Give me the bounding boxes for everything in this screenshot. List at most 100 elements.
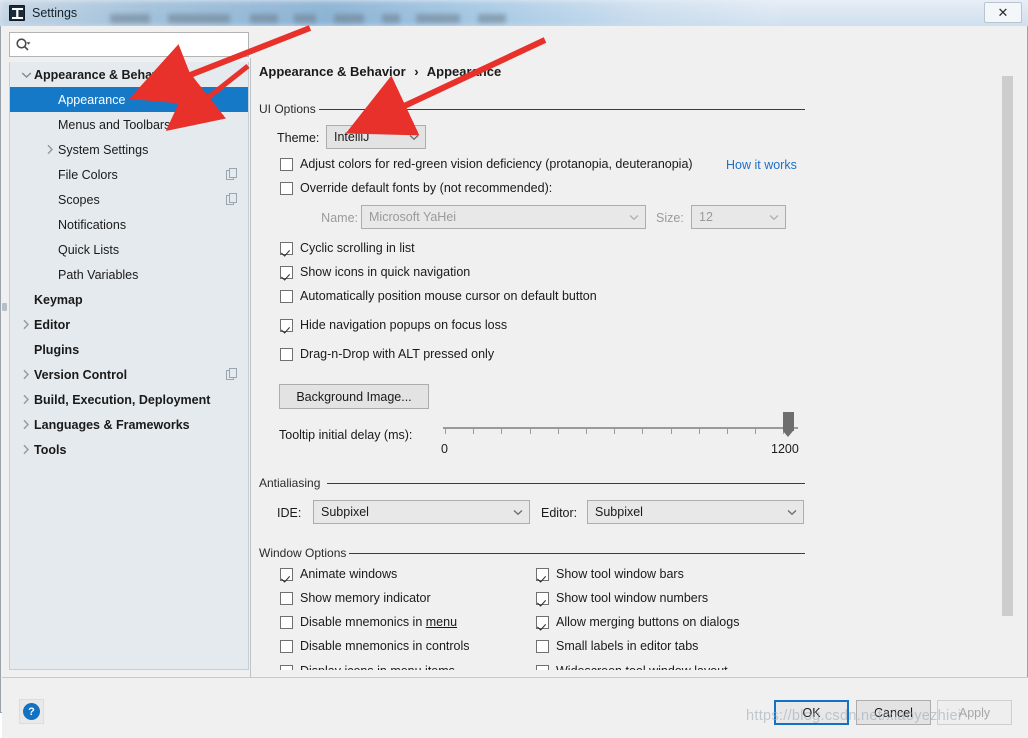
search-icon — [15, 37, 31, 56]
chevron-down-icon — [623, 214, 645, 221]
font-size-select: 12 — [691, 205, 786, 229]
checkbox-show-tool-window-bars[interactable]: Show tool window bars — [536, 567, 684, 581]
chevron-right-icon[interactable] — [18, 369, 34, 380]
checkbox-box[interactable] — [536, 591, 549, 605]
slider-tick — [755, 429, 757, 434]
checkbox-disable-mnemonics-in-controls[interactable]: Disable mnemonics in controls — [280, 639, 470, 653]
sidebar-item-editor[interactable]: Editor — [10, 312, 248, 337]
chevron-down-icon — [403, 134, 425, 141]
checkbox-label: Display icons in menu items — [300, 664, 455, 670]
sidebar-item-quick-lists[interactable]: Quick Lists — [10, 237, 248, 262]
checkbox-box[interactable] — [280, 615, 293, 629]
checkbox-box[interactable] — [280, 639, 293, 653]
slider-tick — [473, 429, 475, 434]
settings-tree[interactable]: Appearance & Behavior Appearance Menus and… — [9, 62, 249, 670]
checkbox-box[interactable] — [280, 265, 293, 279]
checkbox-box[interactable] — [280, 318, 293, 332]
antialiasing-ide-select[interactable]: Subpixel — [313, 500, 530, 524]
sidebar-item-keymap[interactable]: Keymap — [10, 287, 248, 312]
checkbox-box[interactable] — [536, 664, 549, 670]
checkbox-box[interactable] — [280, 289, 293, 303]
checkbox-box[interactable] — [280, 567, 293, 581]
checkbox-disable-mnemonics-in-menu[interactable]: Disable mnemonics in menu — [280, 615, 457, 629]
close-icon[interactable]: ✕ — [984, 2, 1022, 23]
checkbox-box[interactable] — [280, 664, 293, 670]
breadcrumb-root[interactable]: Appearance & Behavior — [259, 64, 406, 79]
copy-settings-icon[interactable] — [226, 193, 238, 208]
checkbox-box[interactable] — [536, 615, 549, 629]
window-options-group-label: Window Options — [259, 546, 353, 560]
help-button[interactable]: ? — [19, 699, 44, 724]
antialiasing-editor-select[interactable]: Subpixel — [587, 500, 804, 524]
checkbox-adjust-colors[interactable]: Adjust colors for red-green vision defic… — [280, 157, 693, 171]
chevron-right-icon[interactable] — [42, 144, 58, 155]
checkbox-label: Disable mnemonics in controls — [300, 639, 470, 653]
checkbox-display-icons-in-menu-items[interactable]: Display icons in menu items — [280, 664, 455, 670]
checkbox-small-labels-in-editor-tabs[interactable]: Small labels in editor tabs — [536, 639, 698, 653]
search-input[interactable] — [37, 33, 247, 56]
sidebar-item-version-control[interactable]: Version Control — [10, 362, 248, 387]
checkbox-box[interactable] — [536, 567, 549, 581]
tooltip-delay-slider-thumb[interactable] — [783, 412, 794, 437]
sidebar-item-menus-and-toolbars[interactable]: Menus and Toolbars — [10, 112, 248, 137]
sidebar-item-system-settings[interactable]: System Settings — [10, 137, 248, 162]
theme-label: Theme: — [277, 131, 320, 145]
sidebar-item-label: Plugins — [34, 342, 80, 357]
copy-settings-icon[interactable] — [226, 368, 238, 383]
checkbox-cyclic-scrolling-in-list[interactable]: Cyclic scrolling in list — [280, 241, 415, 255]
checkbox-box[interactable] — [280, 591, 293, 605]
checkbox-show-memory-indicator[interactable]: Show memory indicator — [280, 591, 431, 605]
checkbox-animate-windows[interactable]: Animate windows — [280, 567, 397, 581]
checkbox-drag-n-drop-with-alt-pressed-only[interactable]: Drag-n-Drop with ALT pressed only — [280, 347, 494, 361]
sidebar-item-scopes[interactable]: Scopes — [10, 187, 248, 212]
chevron-right-icon[interactable] — [18, 319, 34, 330]
tooltip-delay-slider-track[interactable] — [443, 427, 798, 429]
font-size-label: Size: — [656, 211, 684, 225]
copy-settings-icon[interactable] — [226, 168, 238, 183]
sidebar-item-build-execution-deployment[interactable]: Build, Execution, Deployment — [10, 387, 248, 412]
slider-tick — [727, 429, 728, 434]
theme-select[interactable]: IntelliJ — [326, 125, 426, 149]
checkbox-box[interactable] — [280, 181, 293, 195]
font-size-value: 12 — [699, 210, 713, 224]
how-it-works-link[interactable]: How it works — [726, 158, 797, 172]
sidebar-item-appearance[interactable]: Appearance — [10, 87, 248, 112]
antialiasing-editor-label: Editor: — [541, 506, 578, 520]
checkbox-allow-merging-buttons-on-dialogs[interactable]: Allow merging buttons on dialogs — [536, 615, 739, 629]
checkbox-box[interactable] — [280, 157, 293, 171]
checkbox-widescreen-tool-window-layout[interactable]: Widescreen tool window layout — [536, 664, 728, 670]
sidebar-item-file-colors[interactable]: File Colors — [10, 162, 248, 187]
chevron-right-icon[interactable] — [18, 394, 34, 405]
checkbox-box[interactable] — [536, 639, 549, 653]
sidebar-item-label: Path Variables — [58, 267, 139, 282]
settings-sidebar: Appearance & Behavior Appearance Menus and… — [9, 32, 249, 670]
pane-splitter-handle[interactable] — [2, 303, 7, 311]
checkbox-box[interactable] — [280, 347, 293, 361]
sidebar-item-plugins[interactable]: Plugins — [10, 337, 248, 362]
ui-options-group-label: UI Options — [259, 102, 322, 116]
checkbox-hide-navigation-popups-on-focus-loss[interactable]: Hide navigation popups on focus loss — [280, 318, 507, 332]
chevron-down-icon[interactable] — [18, 71, 34, 79]
search-box[interactable] — [9, 32, 249, 57]
chevron-down-icon — [507, 509, 529, 516]
slider-tick — [529, 429, 531, 434]
slider-tick — [698, 429, 700, 434]
checkbox-label: Automatically position mouse cursor on d… — [300, 289, 597, 303]
sidebar-item-path-variables[interactable]: Path Variables — [10, 262, 248, 287]
checkbox-label: Cyclic scrolling in list — [300, 241, 415, 255]
sidebar-item-languages-frameworks[interactable]: Languages & Frameworks — [10, 412, 248, 437]
checkbox-override-fonts[interactable]: Override default fonts by (not recommend… — [280, 181, 552, 195]
checkbox-show-tool-window-numbers[interactable]: Show tool window numbers — [536, 591, 708, 605]
content-scrollbar-thumb[interactable] — [1002, 76, 1013, 616]
checkbox-box[interactable] — [280, 241, 293, 255]
sidebar-item-tools[interactable]: Tools — [10, 437, 248, 462]
checkbox-show-icons-in-quick-navigation[interactable]: Show icons in quick navigation — [280, 265, 470, 279]
chevron-right-icon[interactable] — [18, 419, 34, 430]
sidebar-item-notifications[interactable]: Notifications — [10, 212, 248, 237]
slider-tick — [557, 429, 559, 434]
sidebar-item-label: Build, Execution, Deployment — [34, 392, 211, 407]
background-image-button[interactable]: Background Image... — [279, 384, 429, 409]
chevron-right-icon[interactable] — [18, 444, 34, 455]
sidebar-item-appearance-behavior[interactable]: Appearance & Behavior — [10, 62, 248, 87]
checkbox-automatically-position-mouse-cursor-on-default-button[interactable]: Automatically position mouse cursor on d… — [280, 289, 597, 303]
